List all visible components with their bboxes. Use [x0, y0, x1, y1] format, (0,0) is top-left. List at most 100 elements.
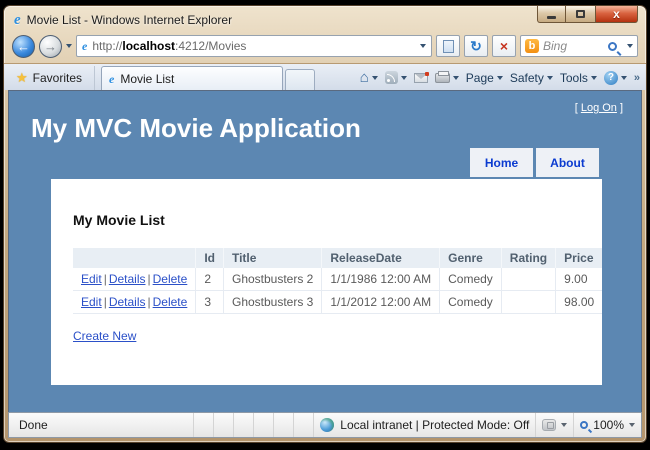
- favorites-star-icon: ★: [16, 71, 28, 84]
- compatibility-page-icon: [443, 40, 454, 53]
- feeds-button[interactable]: [385, 71, 407, 84]
- details-link[interactable]: Details: [109, 295, 146, 309]
- window-controls: x: [537, 6, 638, 23]
- status-cell: [193, 413, 213, 437]
- minimize-icon: [547, 16, 556, 19]
- cell-id: 3: [196, 291, 224, 314]
- search-box[interactable]: b Bing: [520, 35, 638, 57]
- home-button[interactable]: ⌂: [360, 70, 378, 85]
- cell-rating: [501, 291, 555, 314]
- ie-logo-icon: e: [14, 13, 21, 28]
- print-button[interactable]: [435, 73, 459, 83]
- nav-home-tab[interactable]: Home: [470, 148, 533, 177]
- zoom-control[interactable]: 100%: [573, 413, 641, 437]
- safety-menu[interactable]: Safety: [510, 71, 553, 85]
- maximize-button[interactable]: [566, 6, 595, 23]
- status-cell: [273, 413, 293, 437]
- cell-release-date: 1/1/2012 12:00 AM: [322, 291, 440, 314]
- history-dropdown-icon[interactable]: [66, 44, 72, 48]
- status-cell: [233, 413, 253, 437]
- filter-dropdown-icon: [561, 423, 567, 427]
- page-menu-label: Page: [466, 71, 494, 85]
- safety-menu-label: Safety: [510, 71, 544, 85]
- action-separator: |: [148, 295, 151, 309]
- cell-release-date: 1/1/1986 12:00 AM: [322, 268, 440, 291]
- table-row: Edit|Details|Delete 2 Ghostbusters 2 1/1…: [73, 268, 602, 291]
- home-dropdown-icon: [372, 76, 378, 80]
- header-actions: [73, 248, 196, 268]
- cell-rating: [501, 268, 555, 291]
- details-link[interactable]: Details: [109, 272, 146, 286]
- toolbar-overflow-icon[interactable]: »: [634, 72, 640, 84]
- page-heading: My Movie List: [73, 212, 580, 228]
- address-bar[interactable]: e http://localhost:4212/Movies: [76, 35, 432, 57]
- content-panel: My Movie List Id Title ReleaseDate Genre…: [51, 179, 602, 385]
- delete-link[interactable]: Delete: [153, 295, 188, 309]
- url-text: http://localhost:4212/Movies: [92, 39, 246, 53]
- address-dropdown-icon[interactable]: [420, 44, 426, 48]
- table-row: Edit|Details|Delete 3 Ghostbusters 3 1/1…: [73, 291, 602, 314]
- stop-button[interactable]: ×: [492, 35, 516, 57]
- browser-window: e Movie List - Windows Internet Explorer…: [3, 5, 647, 443]
- refresh-icon: ↻: [470, 39, 482, 53]
- feeds-dropdown-icon: [401, 76, 407, 80]
- tools-menu-caret-icon: [591, 76, 597, 80]
- status-cell: [213, 413, 233, 437]
- tools-menu-label: Tools: [560, 71, 588, 85]
- header-genre: Genre: [440, 248, 502, 268]
- site-menu: Home About: [470, 148, 599, 177]
- logon-area: [Log On]: [575, 102, 623, 114]
- url-host: localhost: [122, 39, 175, 53]
- print-dropdown-icon: [453, 76, 459, 80]
- status-bar: Done Local intranet | Protected Mode: Of…: [8, 412, 642, 438]
- mail-icon: [414, 73, 428, 83]
- title-bar[interactable]: e Movie List - Windows Internet Explorer…: [4, 6, 646, 32]
- back-arrow-icon: ←: [17, 39, 30, 54]
- delete-link[interactable]: Delete: [153, 272, 188, 286]
- refresh-button[interactable]: ↻: [464, 35, 488, 57]
- new-tab-button[interactable]: [285, 69, 315, 90]
- header-price: Price: [556, 248, 603, 268]
- search-dropdown-icon[interactable]: [627, 44, 633, 48]
- action-separator: |: [148, 272, 151, 286]
- security-zone: Local intranet | Protected Mode: Off: [313, 413, 535, 437]
- zoom-level: 100%: [593, 418, 624, 432]
- movies-table: Id Title ReleaseDate Genre Rating Price …: [73, 248, 602, 314]
- inprivate-filter-button[interactable]: [535, 413, 573, 437]
- header-id: Id: [196, 248, 224, 268]
- globe-icon: [320, 418, 334, 432]
- nav-about-tab[interactable]: About: [536, 148, 599, 177]
- edit-link[interactable]: Edit: [81, 295, 102, 309]
- minimize-button[interactable]: [537, 6, 566, 23]
- search-icon[interactable]: [608, 42, 617, 51]
- compatibility-view-button[interactable]: [436, 35, 460, 57]
- zoom-dropdown-icon: [629, 423, 635, 427]
- help-button[interactable]: ?: [604, 71, 627, 85]
- tabs-bar: ★ Favorites e Movie List ⌂ Page Safety T…: [4, 63, 646, 90]
- tab-movie-list[interactable]: e Movie List: [101, 66, 283, 90]
- page-menu[interactable]: Page: [466, 71, 503, 85]
- back-button[interactable]: ←: [12, 35, 35, 58]
- zone-text: Local intranet | Protected Mode: Off: [340, 418, 529, 432]
- status-cell: [293, 413, 313, 437]
- cell-id: 2: [196, 268, 224, 291]
- table-header-row: Id Title ReleaseDate Genre Rating Price: [73, 248, 602, 268]
- tab-label: Movie List: [120, 72, 174, 86]
- action-separator: |: [104, 295, 107, 309]
- tools-menu[interactable]: Tools: [560, 71, 597, 85]
- close-button[interactable]: x: [595, 6, 638, 23]
- create-new-link[interactable]: Create New: [73, 329, 136, 343]
- row-actions: Edit|Details|Delete: [73, 291, 196, 314]
- log-on-link[interactable]: Log On: [581, 102, 617, 114]
- read-mail-button[interactable]: [414, 73, 428, 83]
- maximize-icon: [576, 10, 585, 18]
- favorites-button[interactable]: ★ Favorites: [10, 66, 95, 90]
- status-text: Done: [9, 418, 193, 432]
- tab-favicon-icon: e: [109, 73, 114, 85]
- rss-feed-icon: [385, 71, 398, 84]
- forward-button[interactable]: →: [39, 35, 62, 58]
- status-cell: [253, 413, 273, 437]
- edit-link[interactable]: Edit: [81, 272, 102, 286]
- help-dropdown-icon: [621, 76, 627, 80]
- help-icon: ?: [604, 71, 618, 85]
